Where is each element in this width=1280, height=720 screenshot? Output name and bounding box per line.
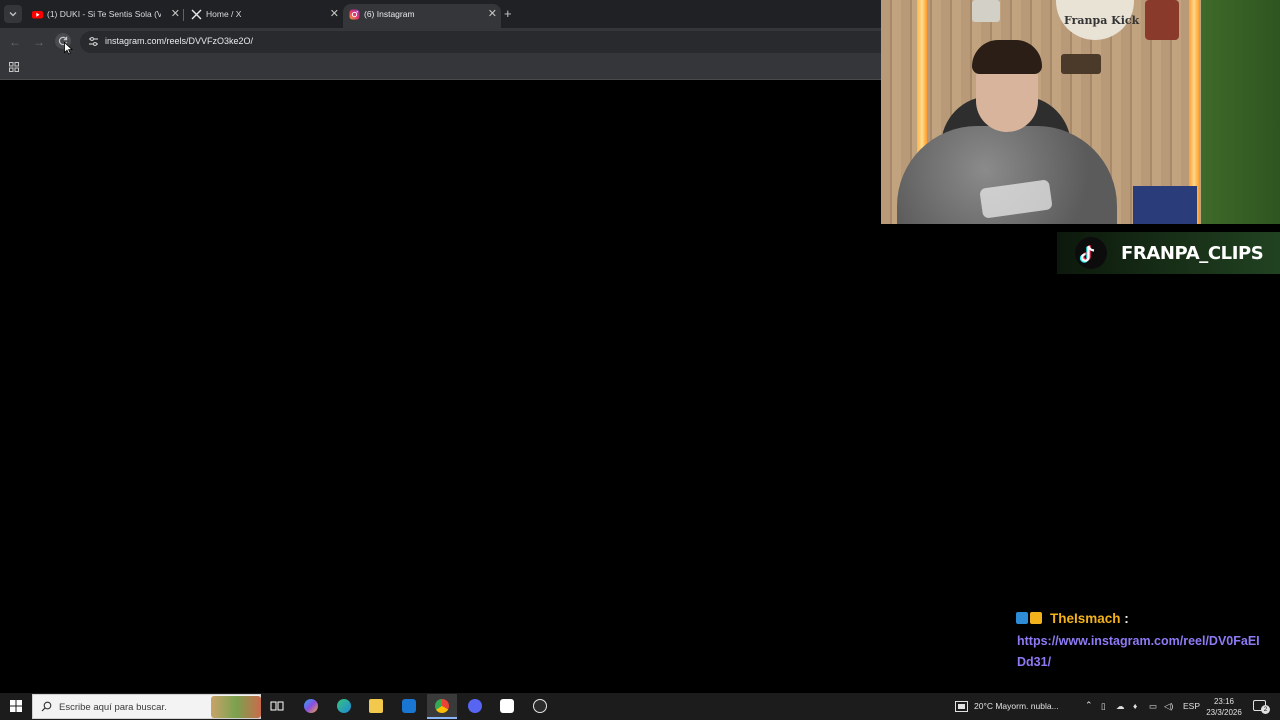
green-screen <box>1201 0 1280 224</box>
tab-instagram[interactable]: (6) Instagram ✕ <box>343 4 501 28</box>
new-tab-button[interactable]: + <box>504 6 512 21</box>
chat-separator: : <box>1120 611 1129 626</box>
streamer-hair <box>972 40 1042 74</box>
badge-icon <box>1016 612 1028 624</box>
network-icon[interactable]: ▭ <box>1149 701 1157 712</box>
chat-badges <box>1016 612 1044 630</box>
tiktok-handle: FRANPA_CLIPS <box>1121 243 1264 264</box>
mouse-cursor-icon <box>64 42 73 55</box>
instagram-icon <box>349 9 360 20</box>
language-indicator[interactable]: ESP <box>1183 701 1200 711</box>
chevron-up-icon[interactable]: ⌃ <box>1085 700 1093 711</box>
clock-time: 23:16 <box>1213 697 1235 706</box>
taskbar-app-chrome[interactable] <box>427 694 457 719</box>
taskbar-app-explorer[interactable] <box>361 694 391 719</box>
wall-sign-text: Franpa Kick <box>1064 14 1140 27</box>
taskbar-app-copilot[interactable] <box>296 694 326 719</box>
tab-youtube[interactable]: (1) DUKI - Si Te Sentis Sola (Vid ✕ <box>26 4 184 28</box>
taskbar-search[interactable]: Escribe aquí para buscar. <box>32 694 261 719</box>
volume-icon[interactable]: ◁) <box>1164 701 1173 712</box>
task-view-button[interactable] <box>262 694 292 719</box>
onedrive-icon[interactable]: ☁ <box>1116 701 1125 712</box>
obs-icon <box>533 699 547 713</box>
x-logo-icon <box>191 9 202 20</box>
microphone-icon[interactable]: ♦ <box>1133 701 1137 711</box>
chrome-icon <box>435 699 449 713</box>
search-icon <box>41 701 52 712</box>
weather-widget[interactable]: 20°C Mayorm. nubla... <box>974 701 1059 711</box>
forward-arrow-icon[interactable]: → <box>33 35 45 49</box>
close-icon[interactable]: ✕ <box>330 7 339 20</box>
search-placeholder: Escribe aquí para buscar. <box>59 702 167 713</box>
url-text: instagram.com/reels/DVVFzO3ke2O/ <box>105 36 254 46</box>
taskbar-app-obs[interactable] <box>525 694 555 719</box>
widgets-icon[interactable] <box>955 701 968 712</box>
close-icon[interactable]: ✕ <box>171 7 180 20</box>
notification-count: 2 <box>1261 705 1270 714</box>
task-view-icon <box>270 701 284 711</box>
edge-icon <box>337 699 351 713</box>
folder-icon <box>369 699 383 713</box>
windows-start-icon[interactable] <box>10 700 22 712</box>
chat-username-text: TheIsmach <box>1050 611 1121 626</box>
tiktok-icon <box>1075 237 1107 269</box>
tab-search-button[interactable] <box>4 5 22 23</box>
floor-poster <box>1133 186 1197 224</box>
site-info-icon[interactable] <box>88 36 99 47</box>
copilot-icon <box>304 699 318 713</box>
taskbar-app-discord[interactable] <box>460 694 490 719</box>
webcam-feed: Franpa Kick <box>881 0 1280 224</box>
taskbar-app-mail[interactable] <box>394 694 424 719</box>
capcut-icon <box>500 699 514 713</box>
tab-label: (1) DUKI - Si Te Sentis Sola (Vid <box>47 9 161 19</box>
tab-x[interactable]: Home / X ✕ <box>185 4 343 28</box>
apps-grid-icon[interactable] <box>9 62 19 72</box>
back-arrow-icon[interactable]: ← <box>9 35 21 49</box>
screen: (1) DUKI - Si Te Sentis Sola (Vid ✕ Home… <box>0 0 1280 720</box>
search-highlight-image <box>211 696 261 718</box>
tab-separator <box>183 9 184 21</box>
wall-poster <box>1145 0 1179 40</box>
youtube-icon <box>32 11 43 19</box>
wall-plaque <box>972 0 1000 22</box>
taskbar-app-edge[interactable] <box>329 694 359 719</box>
system-clock[interactable]: 23:16 23/3/2026 <box>1201 696 1247 718</box>
tab-label: (6) Instagram <box>364 9 415 19</box>
badge-icon <box>1030 612 1042 624</box>
tab-label: Home / X <box>206 9 242 19</box>
clock-date: 23/3/2026 <box>1206 708 1242 717</box>
chat-link: https://www.instagram.com/reel/DV0FaEI <box>1017 634 1260 648</box>
taskbar-app-capcut[interactable] <box>492 694 522 719</box>
shelf <box>1061 54 1101 74</box>
mail-icon <box>402 699 416 713</box>
taskbar: Escribe aquí para buscar. 20°C Mayorm. n… <box>0 693 1280 720</box>
tray-app-icon[interactable]: ▯ <box>1101 701 1106 712</box>
chat-message-text: https://www.instagram.com/reel/DV0FaEI D… <box>1017 631 1280 673</box>
discord-icon <box>468 699 482 713</box>
chevron-down-icon <box>9 12 17 17</box>
chat-link-cont: Dd31/ <box>1017 655 1052 669</box>
close-icon[interactable]: ✕ <box>488 7 497 20</box>
chat-username: TheIsmach : <box>1050 611 1129 626</box>
